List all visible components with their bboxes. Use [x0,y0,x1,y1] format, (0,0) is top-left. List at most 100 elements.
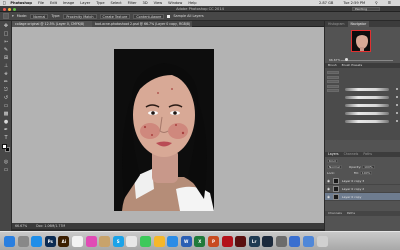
foreground-color-swatch[interactable] [2,144,7,149]
trash-icon[interactable] [316,236,328,247]
quick-select-tool-icon[interactable]: ✎ [3,47,9,53]
brush-setting-item[interactable] [327,89,339,92]
layer-row[interactable]: ◉ Layer 0 copy 2 [325,185,400,193]
contacts-icon[interactable] [99,236,111,247]
history-brush-tool-icon[interactable]: ↺ [3,95,9,101]
skype-icon[interactable]: S [112,236,124,247]
flash-icon[interactable] [235,236,247,247]
workspace-select[interactable]: Painting [352,7,380,11]
tab-channels[interactable]: Channels [344,152,359,156]
word-icon[interactable]: W [180,236,192,247]
downloads-icon[interactable] [289,236,301,247]
brush-stroke-preset[interactable] [345,96,389,99]
layer-name[interactable]: Layer 0 copy 2 [342,185,364,193]
brush-setting-item[interactable] [327,84,339,88]
layer-kind-select[interactable]: Kind [327,159,338,163]
brush-size-picker[interactable]: ▾ [12,14,14,18]
documents-icon[interactable] [303,236,315,247]
type-tool-icon[interactable]: T [3,135,9,141]
calendar-icon[interactable] [71,236,83,247]
gradient-tool-icon[interactable]: ▩ [3,111,9,117]
brush-setting-item[interactable] [327,71,339,74]
brush-stroke-preset[interactable] [345,120,389,123]
brush-setting-item[interactable] [327,75,339,79]
spot-healing-brush-icon[interactable] [3,13,9,19]
utility-icon[interactable] [275,236,287,247]
powerpoint-icon[interactable]: P [207,236,219,247]
steam-icon[interactable] [262,236,274,247]
navigator-zoom-knob[interactable] [345,58,348,61]
brush-stroke-preset[interactable] [345,104,389,107]
dodge-tool-icon[interactable]: ● [3,119,9,125]
tab-layers[interactable]: Layers [328,152,339,156]
app-store-icon[interactable] [167,236,179,247]
lightroom-icon[interactable]: Lr [248,236,260,247]
acrobat-icon[interactable] [221,236,233,247]
fill-input[interactable]: 100% [359,171,373,175]
brush-settings-list [327,71,339,94]
launchpad-icon[interactable] [17,236,29,247]
eye-icon[interactable]: ◉ [327,187,330,191]
status-bar: 66.67% Doc: 1.06M/1.77M [12,223,324,229]
eye-icon[interactable]: ◉ [327,195,330,199]
brush-setting-item[interactable] [327,80,339,83]
brush-preset-dot [396,104,398,106]
dock: Ps Ai S W X P Lr [0,231,400,250]
safari-icon[interactable] [31,236,43,247]
fill-label: Fill: [353,171,359,175]
tab-paths[interactable]: Paths [363,152,372,156]
opacity-input[interactable]: 100% [362,165,375,169]
layer-name[interactable]: Layer 0 copy [342,193,361,201]
screen-mode-icon[interactable]: ▭ [3,167,9,173]
eraser-tool-icon[interactable]: ▭ [3,103,9,109]
layer-row-selected[interactable]: ◉ Layer 0 copy [325,193,400,201]
move-tool-icon[interactable]: ✥ [3,23,9,29]
layer-filter-row: Kind [327,159,399,163]
illustrator-icon[interactable]: Ai [58,236,70,247]
chrome-icon[interactable] [126,236,138,247]
layer-name[interactable]: Layer 0 copy 3 [342,177,364,185]
marquee-tool-icon[interactable]: □ [3,31,9,37]
lock-label: Lock: [327,171,335,175]
canvas-area[interactable] [12,27,324,223]
layer-row[interactable]: ◉ Layer 0 copy 3 [325,177,400,185]
type-create-texture[interactable]: Create Texture [99,13,131,19]
photoshop-icon[interactable]: Ps [44,236,56,247]
quick-mask-icon[interactable]: ◎ [3,159,9,165]
sample-all-layers-checkbox[interactable] [167,14,171,18]
type-content-aware[interactable]: Content-Aware [133,13,165,19]
brush-tool-icon[interactable]: ✏ [3,79,9,85]
navigator-zoom-slider[interactable] [341,59,393,61]
navigator-thumbnail[interactable] [351,30,371,52]
tab-navigator[interactable]: Navigator [347,21,370,27]
finder-icon[interactable] [4,236,15,247]
layers-footer-tabs: Channels Paths [325,211,400,216]
brush-presets-panel [325,68,400,140]
status-zoom[interactable]: 66.67% [15,224,27,228]
healing-brush-tool-icon[interactable]: ☣ [3,71,9,77]
excel-icon[interactable]: X [194,236,206,247]
brush-stroke-preset[interactable] [345,88,389,91]
type-label: Type: [51,14,61,18]
tab-channels-bottom[interactable]: Channels [328,211,342,215]
pen-tool-icon[interactable]: ✒ [3,127,9,133]
lasso-tool-icon[interactable]: ➳ [3,39,9,45]
brush-stroke-preset[interactable] [345,112,389,115]
mode-select[interactable]: Normal [30,13,49,19]
clone-stamp-tool-icon[interactable]: ⎋ [3,87,9,93]
eye-icon[interactable]: ◉ [327,179,330,183]
tab-brush-presets[interactable]: Brush Presets [342,63,363,67]
tab-brush[interactable]: Brush [328,63,337,67]
type-proximity-match[interactable]: Proximity Match [63,13,97,19]
messages-icon[interactable] [139,236,151,247]
portrait-photo[interactable] [114,49,214,211]
right-panels: Histogram Navigator 66.67% Brush Brush P… [324,21,400,231]
tab-paths-bottom[interactable]: Paths [347,211,355,215]
eyedropper-tool-icon[interactable]: ⊥ [3,63,9,69]
tab-histogram[interactable]: Histogram [325,21,348,27]
navigator-zoom-value[interactable]: 66.67% [329,58,340,62]
blend-mode-select[interactable]: Normal [327,165,342,169]
sketch-icon[interactable] [153,236,165,247]
crop-tool-icon[interactable]: ⊞ [3,55,9,61]
itunes-icon[interactable] [85,236,97,247]
